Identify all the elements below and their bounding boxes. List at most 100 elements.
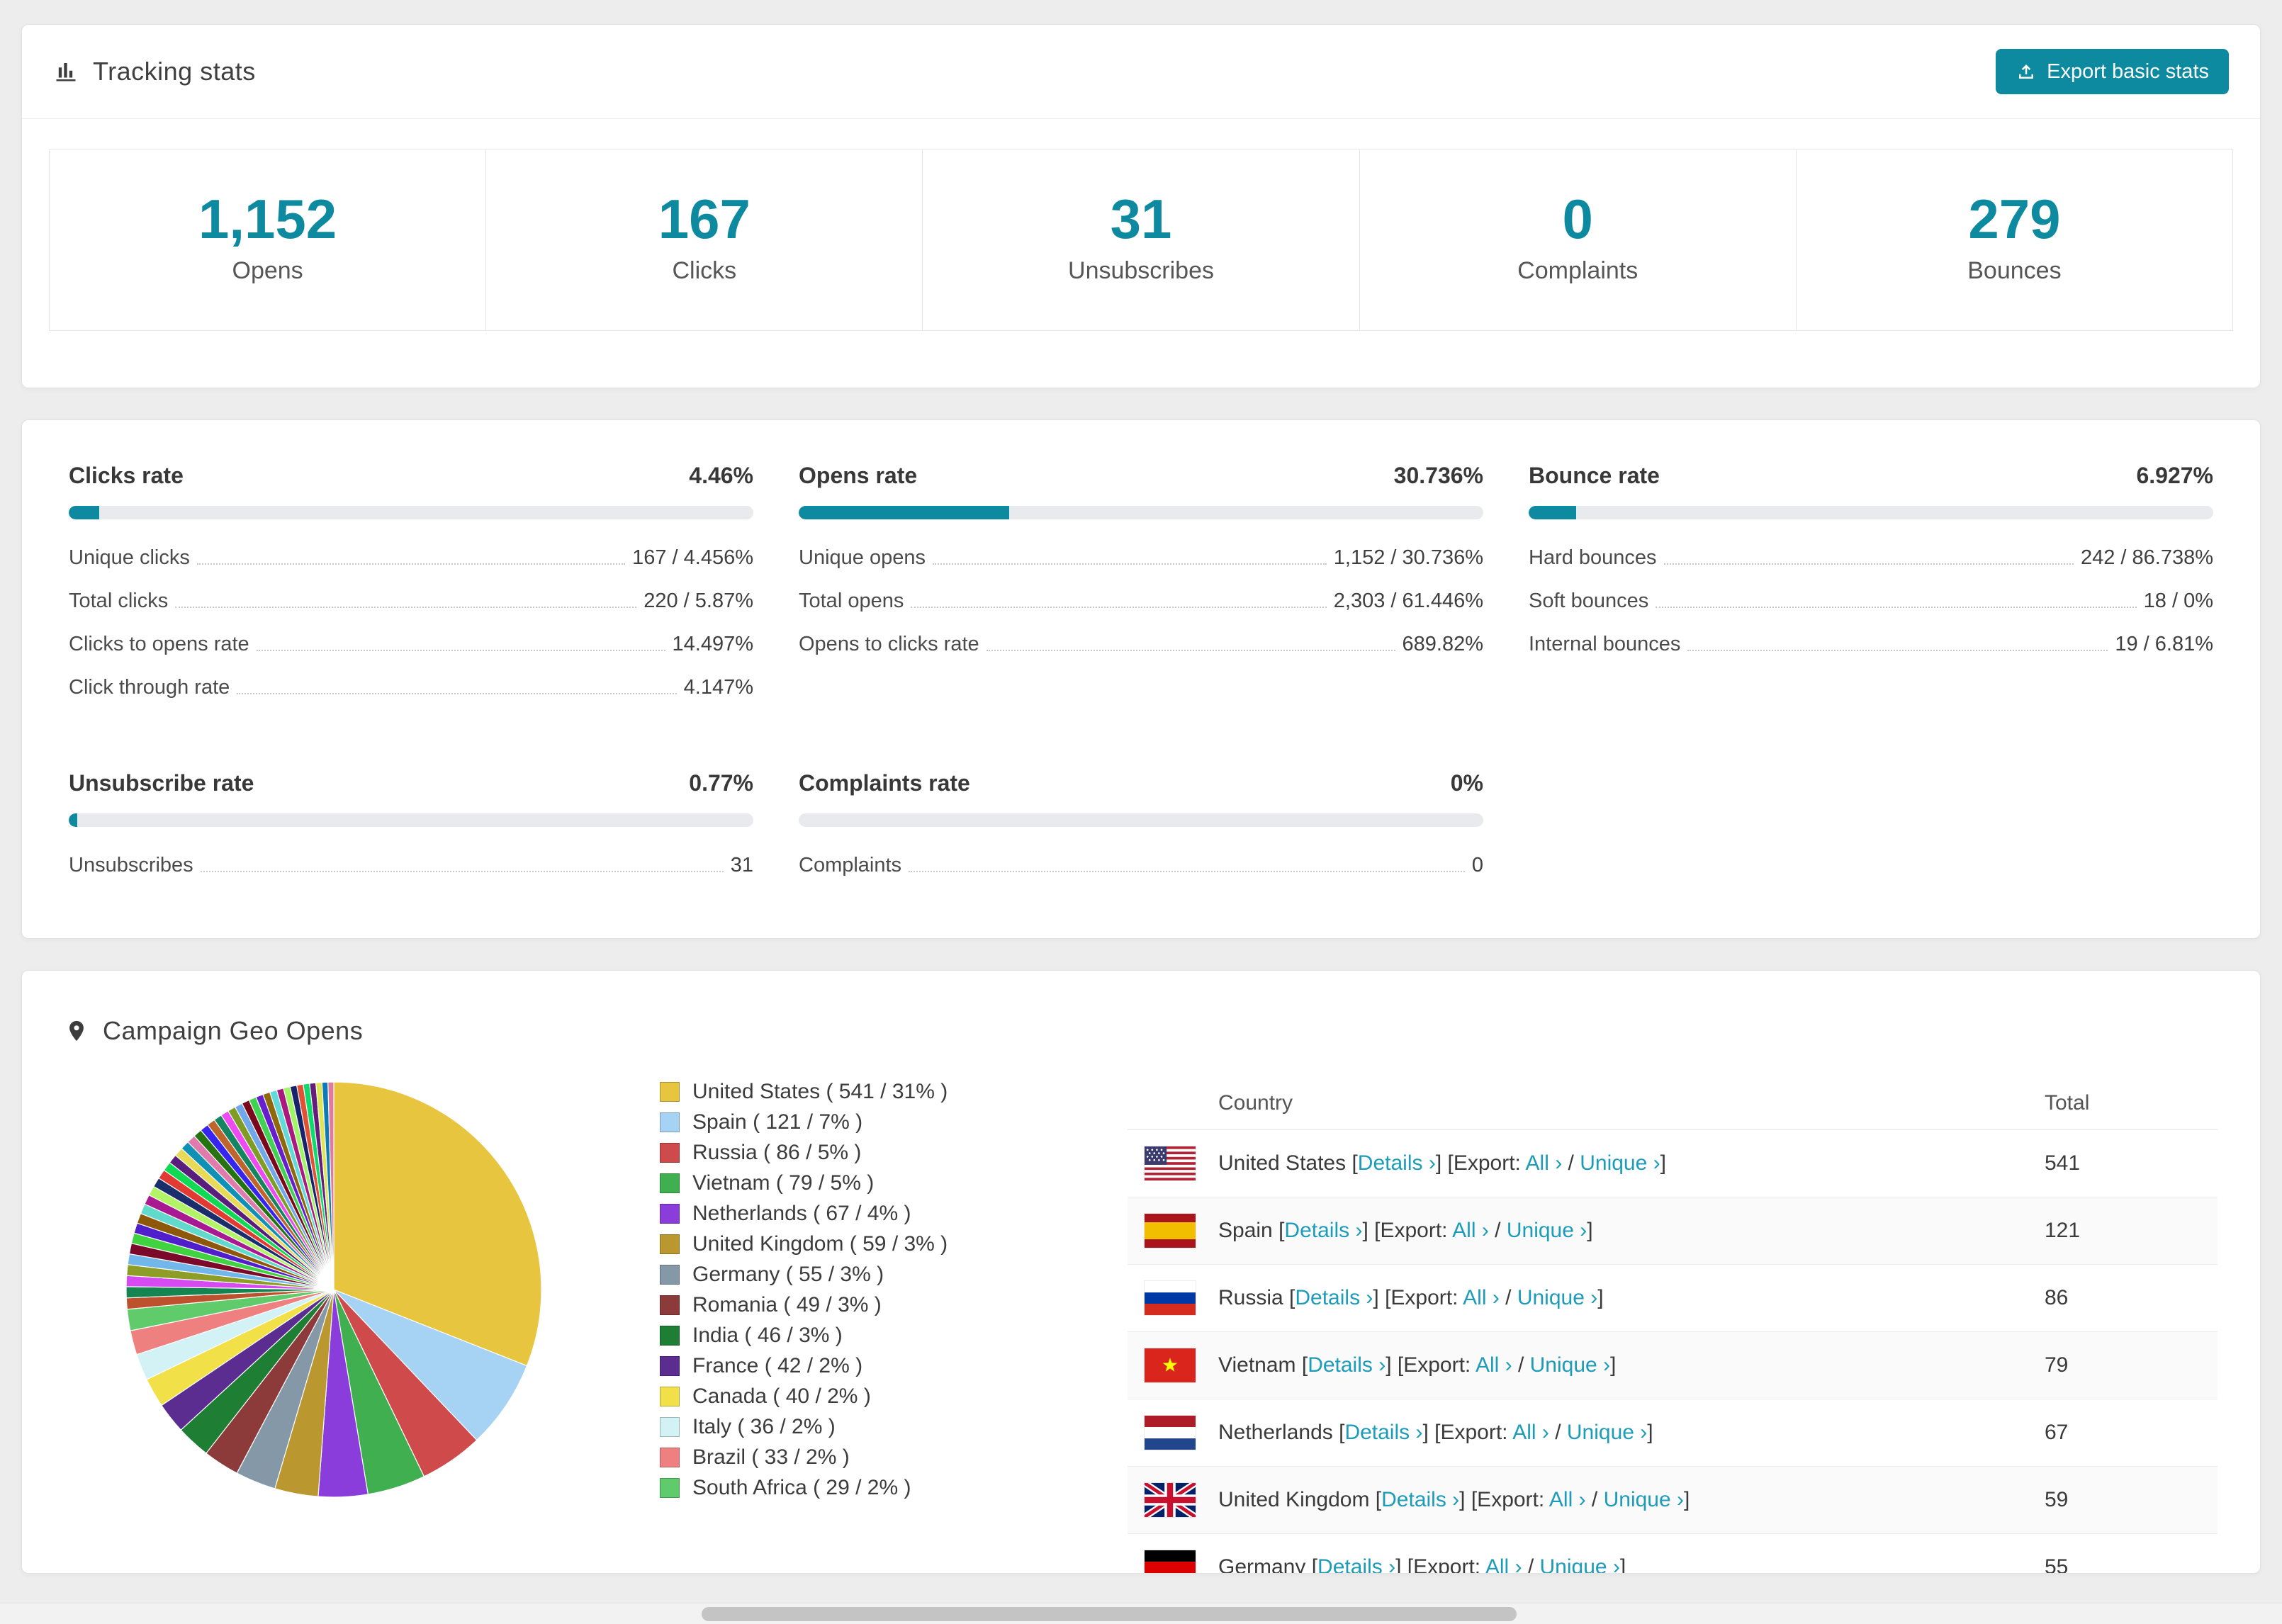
details-link-germany[interactable]: Details ›	[1317, 1555, 1395, 1573]
country-cell: Netherlands [Details ›] [Export: All › /…	[1218, 1421, 2045, 1445]
geo-opens-title: Campaign Geo Opens	[103, 1015, 364, 1045]
legend-item-united-kingdom[interactable]: United Kingdom ( 59 / 3% )	[660, 1233, 1085, 1255]
country-total: 121	[2045, 1218, 2081, 1242]
bracket-text: ]	[1459, 1487, 1471, 1511]
progress-bar	[799, 813, 1483, 827]
legend-swatch	[660, 1355, 680, 1376]
geo-legend: United States ( 541 / 31% ) Spain ( 121 /…	[660, 1077, 1085, 1508]
legend-label: Spain ( 121 / 7% )	[692, 1110, 863, 1134]
details-link-united-kingdom[interactable]: Details ›	[1381, 1488, 1459, 1511]
legend-item-brazil[interactable]: Brazil ( 33 / 2% )	[660, 1446, 1085, 1468]
export-all-link-germany[interactable]: All ›	[1485, 1555, 1522, 1573]
stat-label-unsubscribes: Unsubscribes	[1068, 256, 1214, 284]
details-link-spain[interactable]: Details ›	[1284, 1219, 1362, 1242]
rate-block-opens-rate: Opens rate 30.736% Unique opens 1,152 / 30.…	[799, 463, 1483, 709]
rate-rows: Unique clicks 167 / 4.456% Total clicks 220…	[69, 536, 753, 709]
export-unique-link-russia[interactable]: Unique ›	[1517, 1286, 1597, 1309]
rates-grid: Clicks rate 4.46% Unique clicks 167 / 4.456…	[69, 463, 2213, 887]
country-name: Germany	[1218, 1555, 1306, 1573]
pie-chart-svg	[125, 1081, 542, 1498]
bracket-text: ]	[1386, 1353, 1398, 1377]
details-link-united-states[interactable]: Details ›	[1358, 1151, 1436, 1175]
details-link-netherlands[interactable]: Details ›	[1344, 1421, 1422, 1444]
legend-item-romania[interactable]: Romania ( 49 / 3% )	[660, 1294, 1085, 1316]
legend-item-canada[interactable]: Canada ( 40 / 2% )	[660, 1385, 1085, 1407]
rate-head: Complaints rate 0%	[799, 770, 1483, 796]
metric-value: 4.147%	[683, 675, 753, 699]
stat-value-clicks: 167	[658, 188, 751, 250]
metric-row-unsubscribes: Unsubscribes 31	[69, 844, 753, 887]
horizontal-scrollbar[interactable]	[0, 1603, 2282, 1624]
metric-value: 689.82%	[1402, 632, 1484, 655]
bracket-text: [Export:	[1407, 1555, 1485, 1573]
dotted-leader	[909, 870, 1465, 872]
rate-block-clicks-rate: Clicks rate 4.46% Unique clicks 167 / 4.456…	[69, 463, 753, 709]
export-unique-link-vietnam[interactable]: Unique ›	[1530, 1353, 1610, 1377]
export-all-link-russia[interactable]: All ›	[1463, 1286, 1500, 1309]
legend-swatch	[660, 1173, 680, 1193]
bracket-text: [	[1369, 1487, 1382, 1511]
metric-value: 14.497%	[672, 632, 754, 655]
metric-value: 19 / 6.81%	[2115, 632, 2213, 655]
geo-table-row-united-states: United States [Details ›] [Export: All ›…	[1128, 1130, 2218, 1197]
ru-flag-icon	[1145, 1280, 1196, 1315]
bracket-text: [	[1283, 1285, 1295, 1309]
legend-item-south-africa[interactable]: South Africa ( 29 / 2% )	[660, 1477, 1085, 1499]
legend-swatch	[660, 1112, 680, 1132]
tracking-stats-heading: Tracking stats	[53, 57, 256, 86]
country-cell: United Kingdom [Details ›] [Export: All …	[1218, 1488, 2045, 1512]
export-unique-link-united-states[interactable]: Unique ›	[1580, 1151, 1660, 1175]
legend-item-vietnam[interactable]: Vietnam ( 79 / 5% )	[660, 1172, 1085, 1194]
metric-row-total-clicks: Total clicks 220 / 5.87%	[69, 580, 753, 623]
export-all-link-vietnam[interactable]: All ›	[1476, 1353, 1512, 1377]
es-flag-icon	[1145, 1213, 1196, 1248]
legend-label: United States ( 541 / 31% )	[692, 1079, 948, 1103]
rate-block-unsubscribe-rate: Unsubscribe rate 0.77% Unsubscribes 31	[69, 770, 753, 887]
metric-label: Internal bounces	[1529, 632, 1681, 655]
legend-item-germany[interactable]: Germany ( 55 / 3% )	[660, 1263, 1085, 1285]
legend-item-italy[interactable]: Italy ( 36 / 2% )	[660, 1416, 1085, 1438]
export-all-link-united-states[interactable]: All ›	[1526, 1151, 1563, 1175]
legend-item-spain[interactable]: Spain ( 121 / 7% )	[660, 1110, 1085, 1134]
dotted-leader	[196, 563, 626, 565]
stat-value-opens: 1,152	[198, 188, 337, 250]
details-link-russia[interactable]: Details ›	[1295, 1286, 1373, 1309]
export-unique-link-united-kingdom[interactable]: Unique ›	[1604, 1488, 1684, 1511]
progress-fill	[1529, 505, 1576, 519]
export-all-link-netherlands[interactable]: All ›	[1512, 1421, 1549, 1444]
legend-item-india[interactable]: India ( 46 / 3% )	[660, 1324, 1085, 1346]
legend-item-russia[interactable]: Russia ( 86 / 5% )	[660, 1141, 1085, 1163]
bracket-text: /	[1499, 1285, 1517, 1309]
legend-item-netherlands[interactable]: Netherlands ( 67 / 4% )	[660, 1202, 1085, 1224]
us-flag-icon	[1145, 1146, 1196, 1180]
bracket-text: [Export:	[1471, 1487, 1549, 1511]
export-all-link-united-kingdom[interactable]: All ›	[1549, 1488, 1586, 1511]
legend-swatch	[660, 1416, 680, 1437]
bracket-text: ]	[1587, 1218, 1593, 1242]
export-unique-link-netherlands[interactable]: Unique ›	[1567, 1421, 1647, 1444]
scrollbar-thumb[interactable]	[702, 1607, 1517, 1621]
export-all-link-spain[interactable]: All ›	[1452, 1219, 1489, 1242]
rate-value: 4.46%	[689, 462, 753, 488]
export-unique-link-germany[interactable]: Unique ›	[1540, 1555, 1620, 1573]
metric-value: 2,303 / 61.446%	[1333, 589, 1483, 612]
country-name: Russia	[1218, 1285, 1283, 1309]
geo-table-header: Country Total	[1128, 1077, 2218, 1130]
map-pin-icon	[64, 1019, 89, 1043]
export-basic-stats-button[interactable]: Export basic stats	[1996, 49, 2229, 94]
progress-bar	[69, 505, 753, 519]
country-name: Vietnam	[1218, 1353, 1296, 1377]
progress-fill	[799, 505, 1009, 519]
country-column-header: Country	[1218, 1090, 1293, 1115]
gb-flag-icon	[1145, 1482, 1196, 1517]
bracket-text: [	[1305, 1555, 1318, 1573]
metric-row-internal-bounces: Internal bounces 19 / 6.81%	[1529, 623, 2213, 666]
legend-item-united-states[interactable]: United States ( 541 / 31% )	[660, 1081, 1085, 1103]
rate-head: Clicks rate 4.46%	[69, 463, 753, 489]
metric-value: 18 / 0%	[2143, 589, 2213, 612]
export-unique-link-spain[interactable]: Unique ›	[1507, 1219, 1587, 1242]
legend-item-france[interactable]: France ( 42 / 2% )	[660, 1355, 1085, 1377]
metric-row-unique-opens: Unique opens 1,152 / 30.736%	[799, 536, 1483, 580]
progress-bar	[799, 505, 1483, 519]
details-link-vietnam[interactable]: Details ›	[1308, 1353, 1386, 1377]
